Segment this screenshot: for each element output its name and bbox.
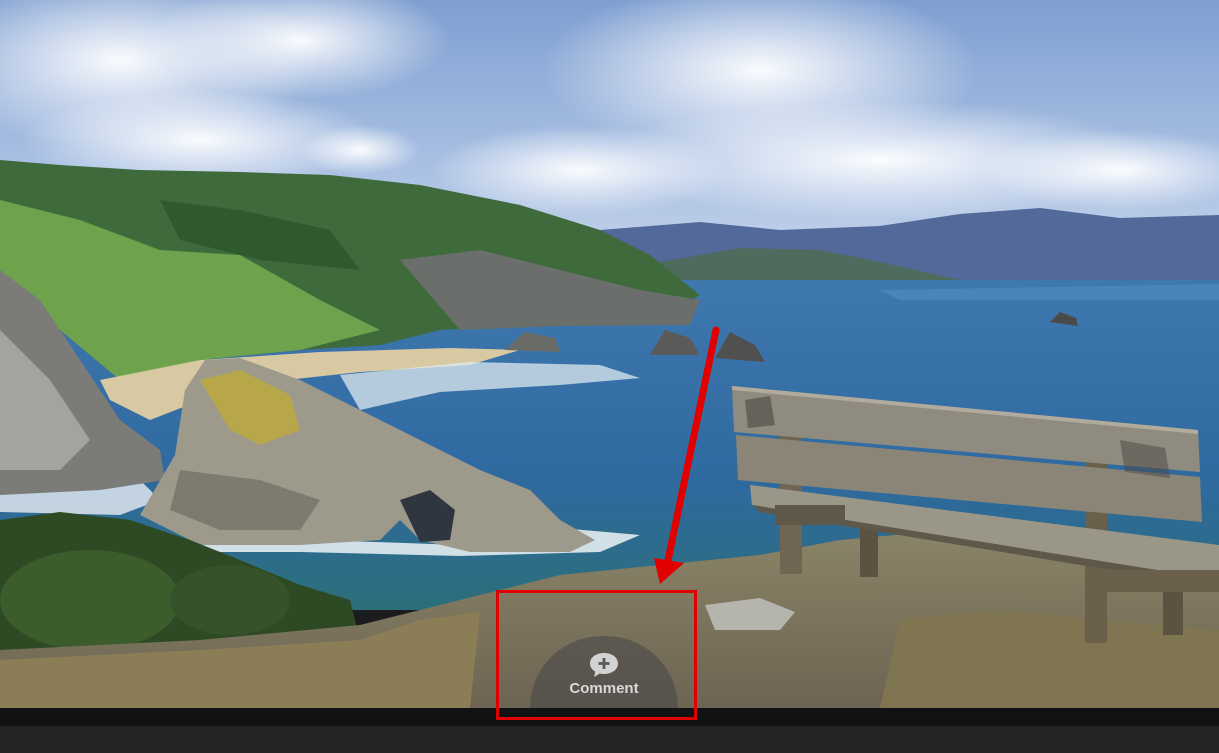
landscape-photo (0, 0, 1219, 708)
comment-label: Comment (569, 680, 639, 697)
comment-add-icon (590, 653, 618, 677)
bottom-bar-strip (0, 726, 1219, 753)
bottom-bar (0, 708, 1219, 753)
